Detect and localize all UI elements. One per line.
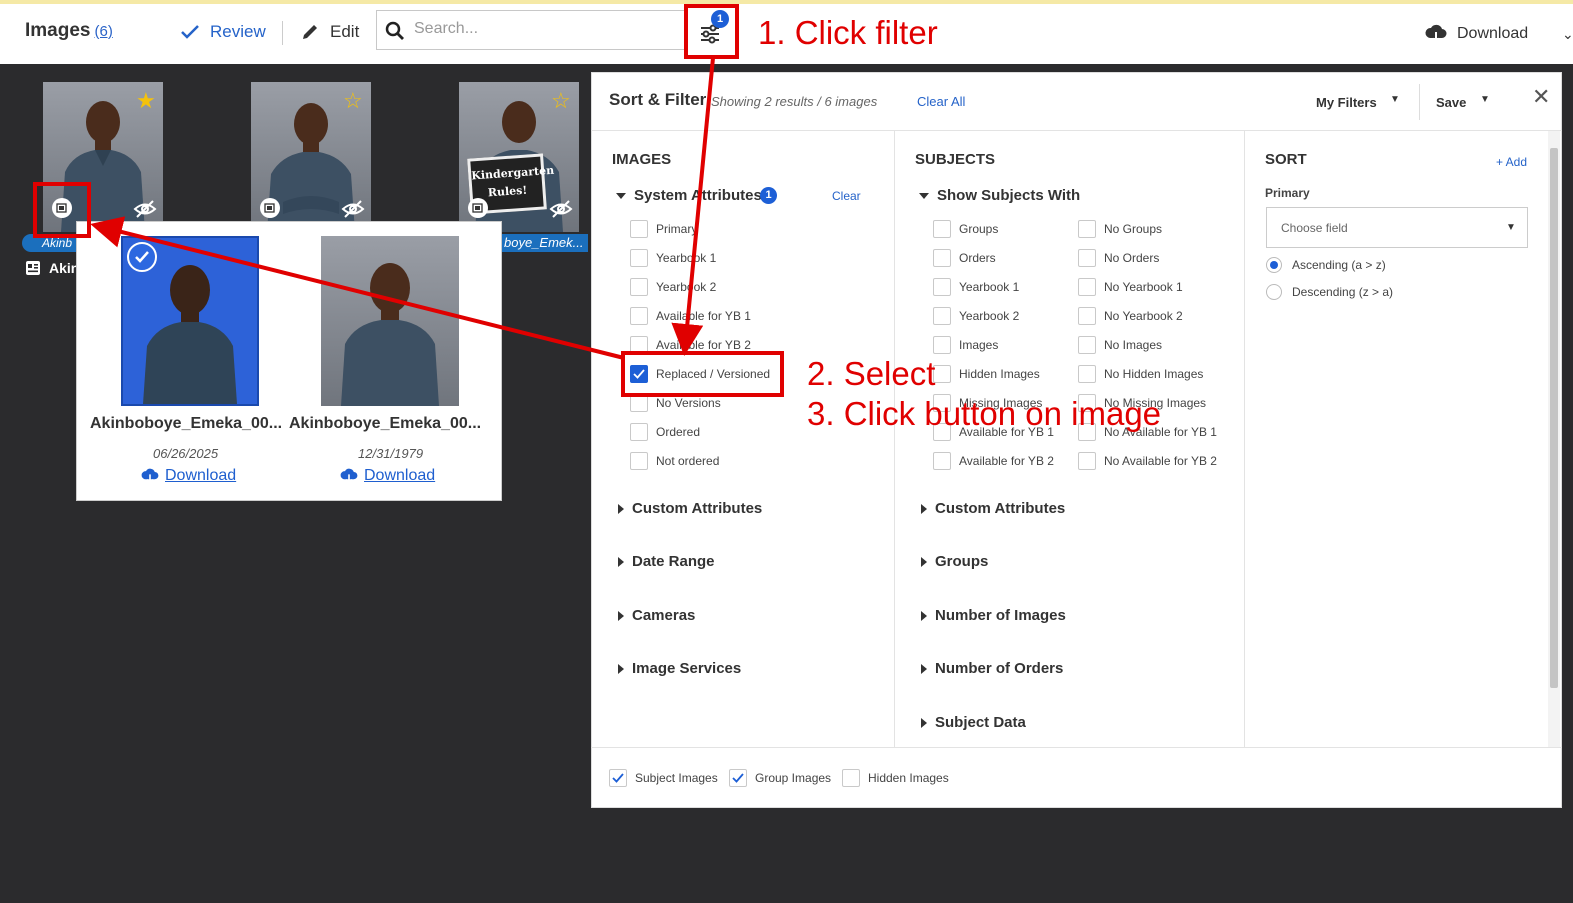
annotation-arrows <box>90 57 715 360</box>
arrow-to-versions-button <box>90 216 625 360</box>
arrow-to-replaced-option <box>671 57 715 356</box>
